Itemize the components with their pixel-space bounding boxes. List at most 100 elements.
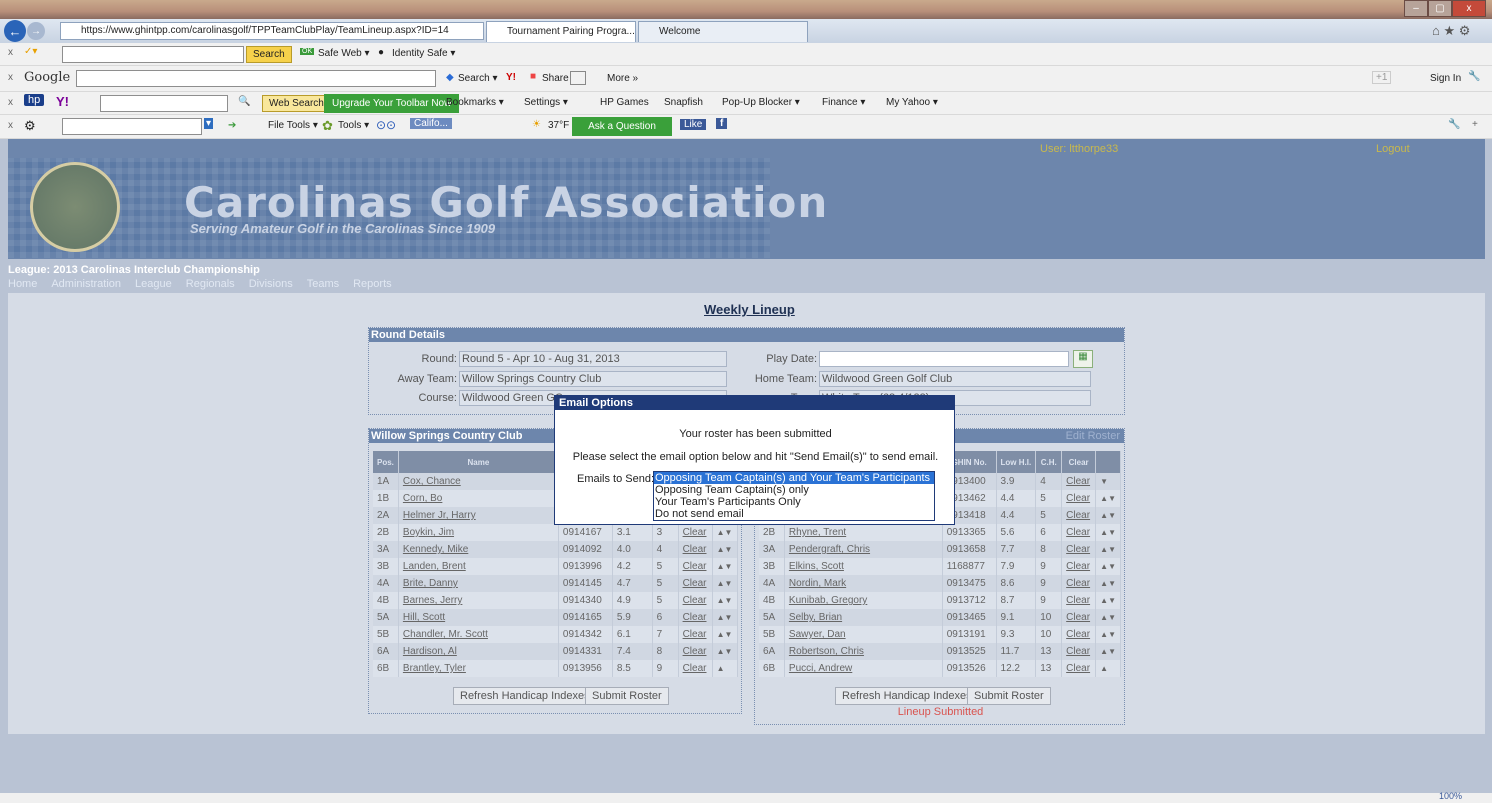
reorder-arrows-icon[interactable]: ▲▼ [712, 575, 739, 592]
yahoo-icon[interactable]: Y! [506, 72, 516, 83]
clear-link[interactable]: Clear [1061, 643, 1097, 660]
reorder-arrows-icon[interactable]: ▲▼ [1095, 558, 1121, 575]
clear-link[interactable]: Clear [678, 660, 713, 677]
player-name-link[interactable]: Helmer Jr, Harry [398, 507, 559, 524]
clear-link[interactable]: Clear [678, 609, 713, 626]
facebook-icon[interactable]: f [716, 118, 728, 129]
bookmarks-menu[interactable]: Bookmarks ▾ [446, 97, 504, 108]
reorder-arrows-icon[interactable]: ▲▼ [1095, 490, 1121, 507]
finance-menu[interactable]: Finance ▾ [822, 97, 865, 108]
logout-link[interactable]: Logout [1376, 143, 1410, 155]
hp-games-link[interactable]: HP Games [600, 97, 649, 108]
web-search-button[interactable]: Web Search [262, 95, 331, 112]
reorder-arrows-icon[interactable]: ▲▼ [1095, 575, 1121, 592]
my-yahoo-menu[interactable]: My Yahoo ▾ [886, 97, 938, 108]
clear-link[interactable]: Clear [678, 541, 713, 558]
tools-menu[interactable]: Tools ▾ [338, 120, 369, 131]
submit-roster-button-home[interactable]: Submit Roster [967, 687, 1051, 705]
player-name-link[interactable]: Elkins, Scott [784, 558, 943, 575]
close-button[interactable]: x [1452, 0, 1486, 17]
reorder-arrows-icon[interactable]: ▲▼ [712, 609, 739, 626]
refresh-handicap-button[interactable]: Refresh Handicap Indexes [453, 687, 597, 705]
clear-link[interactable]: Clear [678, 558, 713, 575]
email-option[interactable]: Opposing Team Captain(s) and Your Team's… [654, 472, 934, 484]
reorder-arrows-icon[interactable]: ▲▼ [1095, 609, 1121, 626]
translate-icon[interactable] [570, 71, 586, 85]
menu-divisions[interactable]: Divisions [249, 278, 293, 290]
player-name-link[interactable]: Kennedy, Mike [398, 541, 559, 558]
extras-search-input[interactable] [62, 118, 202, 135]
clear-link[interactable]: Clear [678, 524, 713, 541]
snapfish-link[interactable]: Snapfish [664, 97, 703, 108]
reorder-arrows-icon[interactable]: ▲▼ [712, 558, 739, 575]
reorder-arrows-icon[interactable]: ▲▼ [1095, 541, 1121, 558]
zoom-level[interactable]: 100% [1439, 791, 1462, 801]
clear-link[interactable]: Clear [678, 575, 713, 592]
close-toolbar-icon[interactable]: x [8, 97, 13, 108]
reorder-arrows-icon[interactable]: ▲ [712, 660, 739, 677]
player-name-link[interactable]: Pendergraft, Chris [784, 541, 943, 558]
player-name-link[interactable]: Corn, Bo [398, 490, 559, 507]
away-team-field[interactable]: Willow Springs Country Club [459, 371, 727, 387]
player-name-link[interactable]: Rhyne, Trent [784, 524, 943, 541]
clear-link[interactable]: Clear [678, 626, 713, 643]
edit-roster-link[interactable]: Edit Roster [1066, 429, 1120, 443]
popup-blocker-menu[interactable]: Pop-Up Blocker ▾ [722, 97, 800, 108]
tab-welcome[interactable]: Welcome [638, 21, 808, 42]
temperature[interactable]: 37°F [548, 120, 569, 131]
email-option[interactable]: Opposing Team Captain(s) only [654, 484, 934, 496]
player-name-link[interactable]: Chandler, Mr. Scott [398, 626, 559, 643]
clear-link[interactable]: Clear [1061, 507, 1097, 524]
reorder-arrows-icon[interactable]: ▲▼ [1095, 626, 1121, 643]
clear-link[interactable]: Clear [1061, 541, 1097, 558]
wrench-icon[interactable]: 🔧 [1468, 71, 1480, 82]
menu-regionals[interactable]: Regionals [186, 278, 235, 290]
safe-web-menu[interactable]: Safe Web ▾ [318, 48, 370, 59]
google-search-menu[interactable]: Search ▾ [458, 73, 497, 84]
forward-icon[interactable]: → [27, 22, 45, 40]
close-toolbar-icon[interactable]: x [8, 72, 13, 83]
tab-tournament[interactable]: Tournament Pairing Progra... [486, 21, 636, 42]
player-name-link[interactable]: Selby, Brian [784, 609, 943, 626]
player-name-link[interactable]: Landen, Brent [398, 558, 559, 575]
sign-in-button[interactable]: Sign In [1430, 73, 1461, 84]
media-controls-icon[interactable]: ⊙⊙ [376, 118, 396, 132]
player-name-link[interactable]: Hill, Scott [398, 609, 559, 626]
player-name-link[interactable]: Sawyer, Dan [784, 626, 943, 643]
wrench-icon-2[interactable]: 🔧 [1448, 119, 1460, 130]
reorder-arrows-icon[interactable]: ▲▼ [1095, 507, 1121, 524]
settings-menu[interactable]: Settings ▾ [524, 97, 568, 108]
address-bar[interactable]: https://www.ghintpp.com/carolinasgolf/TP… [60, 22, 484, 40]
player-name-link[interactable]: Cox, Chance [398, 473, 559, 490]
home-star-gear-icons[interactable]: ⌂ ★ ⚙ [1432, 23, 1470, 39]
close-toolbar-icon[interactable]: x [8, 47, 13, 58]
clear-link[interactable]: Clear [1061, 660, 1097, 677]
dropdown-icon[interactable]: ▾ [204, 118, 214, 129]
menu-home[interactable]: Home [8, 278, 37, 290]
clear-link[interactable]: Clear [1061, 626, 1097, 643]
minimize-button[interactable]: – [1404, 0, 1428, 17]
menu-reports[interactable]: Reports [353, 278, 392, 290]
upgrade-toolbar-button[interactable]: Upgrade Your Toolbar Now [324, 94, 460, 113]
file-tools-menu[interactable]: File Tools ▾ [268, 120, 318, 131]
calendar-icon[interactable]: ▦ [1073, 350, 1093, 368]
maximize-button[interactable]: ▢ [1428, 0, 1452, 17]
player-name-link[interactable]: Brite, Danny [398, 575, 559, 592]
identity-safe-menu[interactable]: Identity Safe ▾ [392, 48, 455, 59]
submit-roster-button[interactable]: Submit Roster [585, 687, 669, 705]
player-name-link[interactable]: Brantley, Tyler [398, 660, 559, 677]
yahoo-search-input[interactable] [100, 95, 228, 112]
menu-teams[interactable]: Teams [307, 278, 339, 290]
clear-link[interactable]: Clear [678, 643, 713, 660]
clear-link[interactable]: Clear [1061, 592, 1097, 609]
player-name-link[interactable]: Kunibab, Gregory [784, 592, 943, 609]
ask-question-button[interactable]: Ask a Question [572, 117, 672, 136]
clear-link[interactable]: Clear [1061, 558, 1097, 575]
norton-search-input[interactable] [62, 46, 244, 63]
menu-league[interactable]: League [135, 278, 172, 290]
clear-link[interactable]: Clear [1061, 524, 1097, 541]
go-icon[interactable]: ➔ [228, 120, 236, 131]
round-field[interactable]: Round 5 - Apr 10 - Aug 31, 2013 [459, 351, 727, 367]
player-name-link[interactable]: Barnes, Jerry [398, 592, 559, 609]
play-date-input[interactable] [819, 351, 1069, 367]
